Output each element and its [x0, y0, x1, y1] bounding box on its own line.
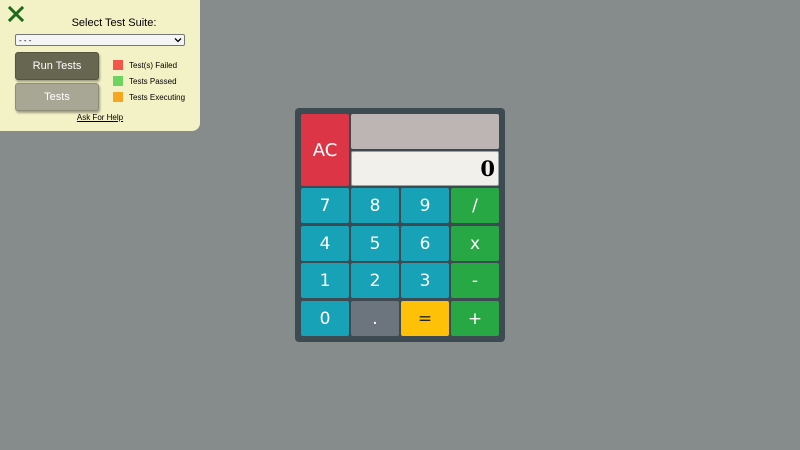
test-panel: Select Test Suite: - - - Run Tests Tests…: [0, 0, 200, 131]
add-button[interactable]: +: [451, 301, 499, 336]
legend-item-passed: Tests Passed: [113, 73, 185, 89]
suite-select[interactable]: - - -: [15, 34, 185, 46]
clear-button[interactable]: AC: [301, 114, 349, 186]
legend-label: Tests Passed: [129, 76, 177, 86]
failed-swatch: [113, 60, 123, 70]
one-button[interactable]: 1: [301, 263, 349, 298]
formula-display: [351, 114, 499, 149]
legend-label: Test(s) Failed: [129, 60, 178, 70]
legend-label: Tests Executing: [129, 92, 186, 102]
test-legend: Test(s) Failed Tests Passed Tests Execut…: [113, 57, 185, 105]
chevron-down-icon: [174, 38, 182, 43]
run-tests-button[interactable]: Run Tests: [15, 52, 99, 80]
legend-item-executing: Tests Executing: [113, 89, 185, 105]
nine-button[interactable]: 9: [401, 188, 449, 223]
suite-label: Select Test Suite:: [71, 17, 157, 29]
three-button[interactable]: 3: [401, 263, 449, 298]
seven-button[interactable]: 7: [301, 188, 349, 223]
five-button[interactable]: 5: [351, 226, 399, 261]
multiply-button[interactable]: x: [451, 226, 499, 261]
output-display: 0: [351, 151, 499, 186]
decimal-button[interactable]: .: [351, 301, 399, 336]
six-button[interactable]: 6: [401, 226, 449, 261]
two-button[interactable]: 2: [351, 263, 399, 298]
ask-for-help-link[interactable]: Ask For Help: [0, 113, 200, 122]
zero-button[interactable]: 0: [301, 301, 349, 336]
tests-button[interactable]: Tests: [15, 83, 99, 111]
eight-button[interactable]: 8: [351, 188, 399, 223]
legend-item-failed: Test(s) Failed: [113, 57, 185, 73]
four-button[interactable]: 4: [301, 226, 349, 261]
executing-swatch: [113, 92, 123, 102]
subtract-button[interactable]: -: [451, 263, 499, 298]
calculator: AC 0 7 8 9 / 4 5 6 x 1 2 3 - 0 . = +: [295, 108, 505, 342]
equals-button[interactable]: =: [401, 301, 449, 336]
passed-swatch: [113, 76, 123, 86]
suite-select-value: - - -: [19, 36, 32, 45]
divide-button[interactable]: /: [451, 188, 499, 223]
